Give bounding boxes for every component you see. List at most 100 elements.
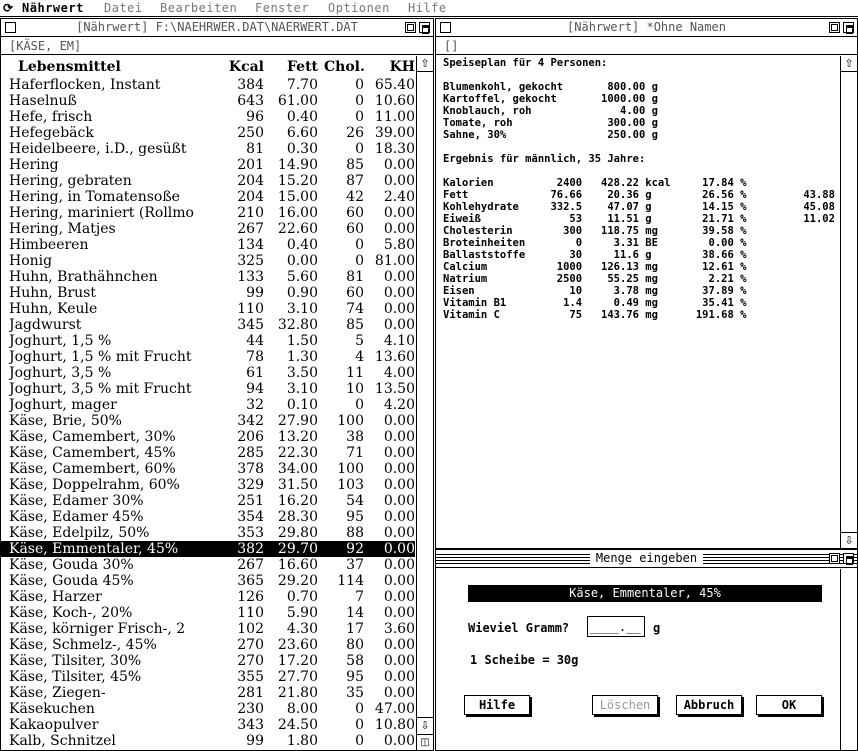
carbs-value: 10.60 xyxy=(374,93,415,109)
meal-plan-titlebar[interactable]: [Nährwert] *Ohne Namen xyxy=(436,19,857,37)
food-window-titlebar[interactable]: [Nährwert] F:\NAEHRWER.DAT\NAERWERT.DAT xyxy=(1,19,433,37)
menu-optionen[interactable]: Optionen xyxy=(328,0,390,16)
carbs-value: 0.00 xyxy=(383,541,415,557)
food-row[interactable]: Käse, Brie, 50% 342 27.90 100 0.00 xyxy=(1,413,415,429)
carbs-value: 0.00 xyxy=(383,445,415,461)
food-name: Käse, Tilsiter, 30% xyxy=(9,653,142,669)
cholesterol-value: 114 xyxy=(337,573,364,589)
grams-input[interactable] xyxy=(587,616,645,637)
food-row[interactable]: Käse, Edamer 30% 251 16.20 54 0.00 xyxy=(1,493,415,509)
food-row[interactable]: Käse, Gouda 45% 365 29.20 114 0.00 xyxy=(1,573,415,589)
food-row[interactable]: Käse, Emmentaler, 45% 382 29.70 92 0.00 xyxy=(1,541,415,557)
food-row[interactable]: Käse, körniger Frisch-, 2 102 4.30 17 3.60 xyxy=(1,621,415,637)
cholesterol-value: 71 xyxy=(346,445,364,461)
food-row[interactable]: Käse, Camembert, 60% 378 34.00 100 0.00 xyxy=(1,461,415,477)
food-row[interactable]: Käsekuchen 230 8.00 0 47.00 xyxy=(1,701,415,717)
cancel-button[interactable]: Abbruch xyxy=(676,695,742,715)
food-row[interactable]: Hering 201 14.90 85 0.00 xyxy=(1,157,415,173)
food-row[interactable]: Kalb, Schnitzel 99 1.80 0 0.00 xyxy=(1,733,415,749)
toggle-box-icon[interactable] xyxy=(843,22,854,34)
carbs-value: 0.00 xyxy=(383,461,415,477)
menu-datei[interactable]: Datei xyxy=(104,0,143,16)
food-row[interactable]: Joghurt, 1,5 % mit Frucht 78 1.30 4 13.60 xyxy=(1,349,415,365)
food-row[interactable]: Käse, Schmelz-, 45% 270 23.60 80 0.00 xyxy=(1,637,415,653)
meal-plan-scrollbar[interactable]: ⇧ ⇩ xyxy=(840,56,857,548)
toggle-box-icon[interactable] xyxy=(419,22,430,34)
app-logo-icon[interactable]: ⟳ xyxy=(3,0,13,16)
dialog-scrollbar[interactable] xyxy=(840,569,857,750)
food-row[interactable]: Käse, Doppelrahm, 60% 329 31.50 103 0.00 xyxy=(1,477,415,493)
cholesterol-value: 42 xyxy=(346,189,364,205)
food-row[interactable]: Hefe, frisch 96 0.40 0 11.00 xyxy=(1,109,415,125)
carbs-value: 0.00 xyxy=(383,173,415,189)
menu-bearbeiten[interactable]: Bearbeiten xyxy=(160,0,237,16)
column-header-fat: Fett xyxy=(286,59,318,75)
food-row[interactable]: Huhn, Keule 110 3.10 74 0.00 xyxy=(1,301,415,317)
scroll-up-arrow-icon[interactable]: ⇧ xyxy=(417,56,433,72)
food-row[interactable]: Hefegebäck 250 6.60 26 39.00 xyxy=(1,125,415,141)
food-row[interactable]: Käse, Ziegen- 281 21.80 35 0.00 xyxy=(1,685,415,701)
food-row[interactable]: Haselnuß 643 61.00 0 10.60 xyxy=(1,93,415,109)
food-row[interactable]: Käse, Edelpilz, 50% 353 29.80 88 0.00 xyxy=(1,525,415,541)
fuller-box-icon[interactable] xyxy=(829,22,840,33)
close-box-icon[interactable] xyxy=(5,22,16,33)
fuller-box-icon[interactable] xyxy=(829,553,840,564)
food-row[interactable]: Huhn, Brathähnchen 133 5.60 81 0.00 xyxy=(1,269,415,285)
food-list-scrollbar[interactable]: ⇧ ⇩ ◫ xyxy=(416,56,433,750)
fat-value: 24.50 xyxy=(277,717,318,733)
food-row[interactable]: Käse, Edamer 45% 354 28.30 95 0.00 xyxy=(1,509,415,525)
menu-hilfe[interactable]: Hilfe xyxy=(408,0,447,16)
kcal-value: 44 xyxy=(246,333,264,349)
food-row[interactable]: Käse, Tilsiter, 30% 270 17.20 58 0.00 xyxy=(1,653,415,669)
size-box-icon[interactable]: ◫ xyxy=(417,734,433,750)
delete-button[interactable]: Löschen xyxy=(592,695,658,715)
food-row[interactable]: Haferflocken, Instant 384 7.70 0 65.40 xyxy=(1,77,415,93)
food-name: Hefegebäck xyxy=(9,125,94,141)
food-name: Käse, Doppelrahm, 60% xyxy=(9,477,180,493)
carbs-value: 0.00 xyxy=(383,509,415,525)
food-row[interactable]: Jagdwurst 345 32.80 85 0.00 xyxy=(1,317,415,333)
food-row[interactable]: Hering, gebraten 204 15.20 87 0.00 xyxy=(1,173,415,189)
food-row[interactable]: Hering, mariniert (Rollmo 210 16.00 60 0.00 xyxy=(1,205,415,221)
carbs-value: 4.00 xyxy=(383,365,415,381)
toggle-box-icon[interactable] xyxy=(843,553,854,565)
scroll-down-arrow-icon[interactable]: ⇩ xyxy=(417,717,433,733)
food-row[interactable]: Käse, Koch-, 20% 110 5.90 14 0.00 xyxy=(1,605,415,621)
ok-button[interactable]: OK xyxy=(756,695,822,715)
food-row[interactable]: Hering, Matjes 267 22.60 60 0.00 xyxy=(1,221,415,237)
menu-app[interactable]: Nährwert xyxy=(22,0,84,16)
cholesterol-value: 4 xyxy=(355,349,364,365)
food-row[interactable]: Joghurt, 3,5 % mit Frucht 94 3.10 10 13.50 xyxy=(1,381,415,397)
help-button[interactable]: Hilfe xyxy=(464,695,530,715)
food-row[interactable]: Himbeeren 134 0.40 0 5.80 xyxy=(1,237,415,253)
cholesterol-value: 95 xyxy=(346,669,364,685)
kcal-value: 134 xyxy=(237,237,264,253)
scroll-down-arrow-icon[interactable]: ⇩ xyxy=(841,532,857,548)
carbs-value: 2.40 xyxy=(383,189,415,205)
cholesterol-value: 92 xyxy=(346,541,364,557)
food-row[interactable]: Huhn, Brust 99 0.90 60 0.00 xyxy=(1,285,415,301)
amount-dialog-titlebar[interactable]: Menge eingeben xyxy=(436,550,857,568)
food-row[interactable]: Joghurt, mager 32 0.10 0 4.20 xyxy=(1,397,415,413)
result-line: Broteinheiten 0 3.31 BE 0.00 % xyxy=(443,237,747,249)
result-line: Tomate, roh 300.00 g xyxy=(443,117,658,129)
food-row[interactable]: Joghurt, 3,5 % 61 3.50 11 4.00 xyxy=(1,365,415,381)
food-row[interactable]: Heidelbeere, i.D., gesüßt 81 0.30 0 18.30 xyxy=(1,141,415,157)
food-row[interactable]: Käse, Gouda 30% 267 16.60 37 0.00 xyxy=(1,557,415,573)
scroll-up-arrow-icon[interactable]: ⇧ xyxy=(841,56,857,72)
fuller-box-icon[interactable] xyxy=(405,22,416,33)
food-row[interactable]: Kakaopulver 343 24.50 0 10.80 xyxy=(1,717,415,733)
food-name: Hering, Matjes xyxy=(9,221,116,237)
food-row[interactable]: Käse, Camembert, 45% 285 22.30 71 0.00 xyxy=(1,445,415,461)
food-row[interactable]: Hering, in Tomatensoße 204 15.00 42 2.40 xyxy=(1,189,415,205)
food-row[interactable]: Käse, Camembert, 30% 206 13.20 38 0.00 xyxy=(1,429,415,445)
food-row[interactable]: Honig 325 0.00 0 81.00 xyxy=(1,253,415,269)
food-row[interactable]: Käse, Tilsiter, 45% 355 27.70 95 0.00 xyxy=(1,669,415,685)
kcal-value: 643 xyxy=(237,93,264,109)
close-box-icon[interactable] xyxy=(440,22,451,33)
food-row[interactable]: Joghurt, 1,5 % 44 1.50 5 4.10 xyxy=(1,333,415,349)
food-name: Käsekuchen xyxy=(9,701,95,717)
menu-fenster[interactable]: Fenster xyxy=(255,0,309,16)
food-row[interactable]: Käse, Harzer 126 0.70 7 0.00 xyxy=(1,589,415,605)
carbs-value: 3.60 xyxy=(383,621,415,637)
